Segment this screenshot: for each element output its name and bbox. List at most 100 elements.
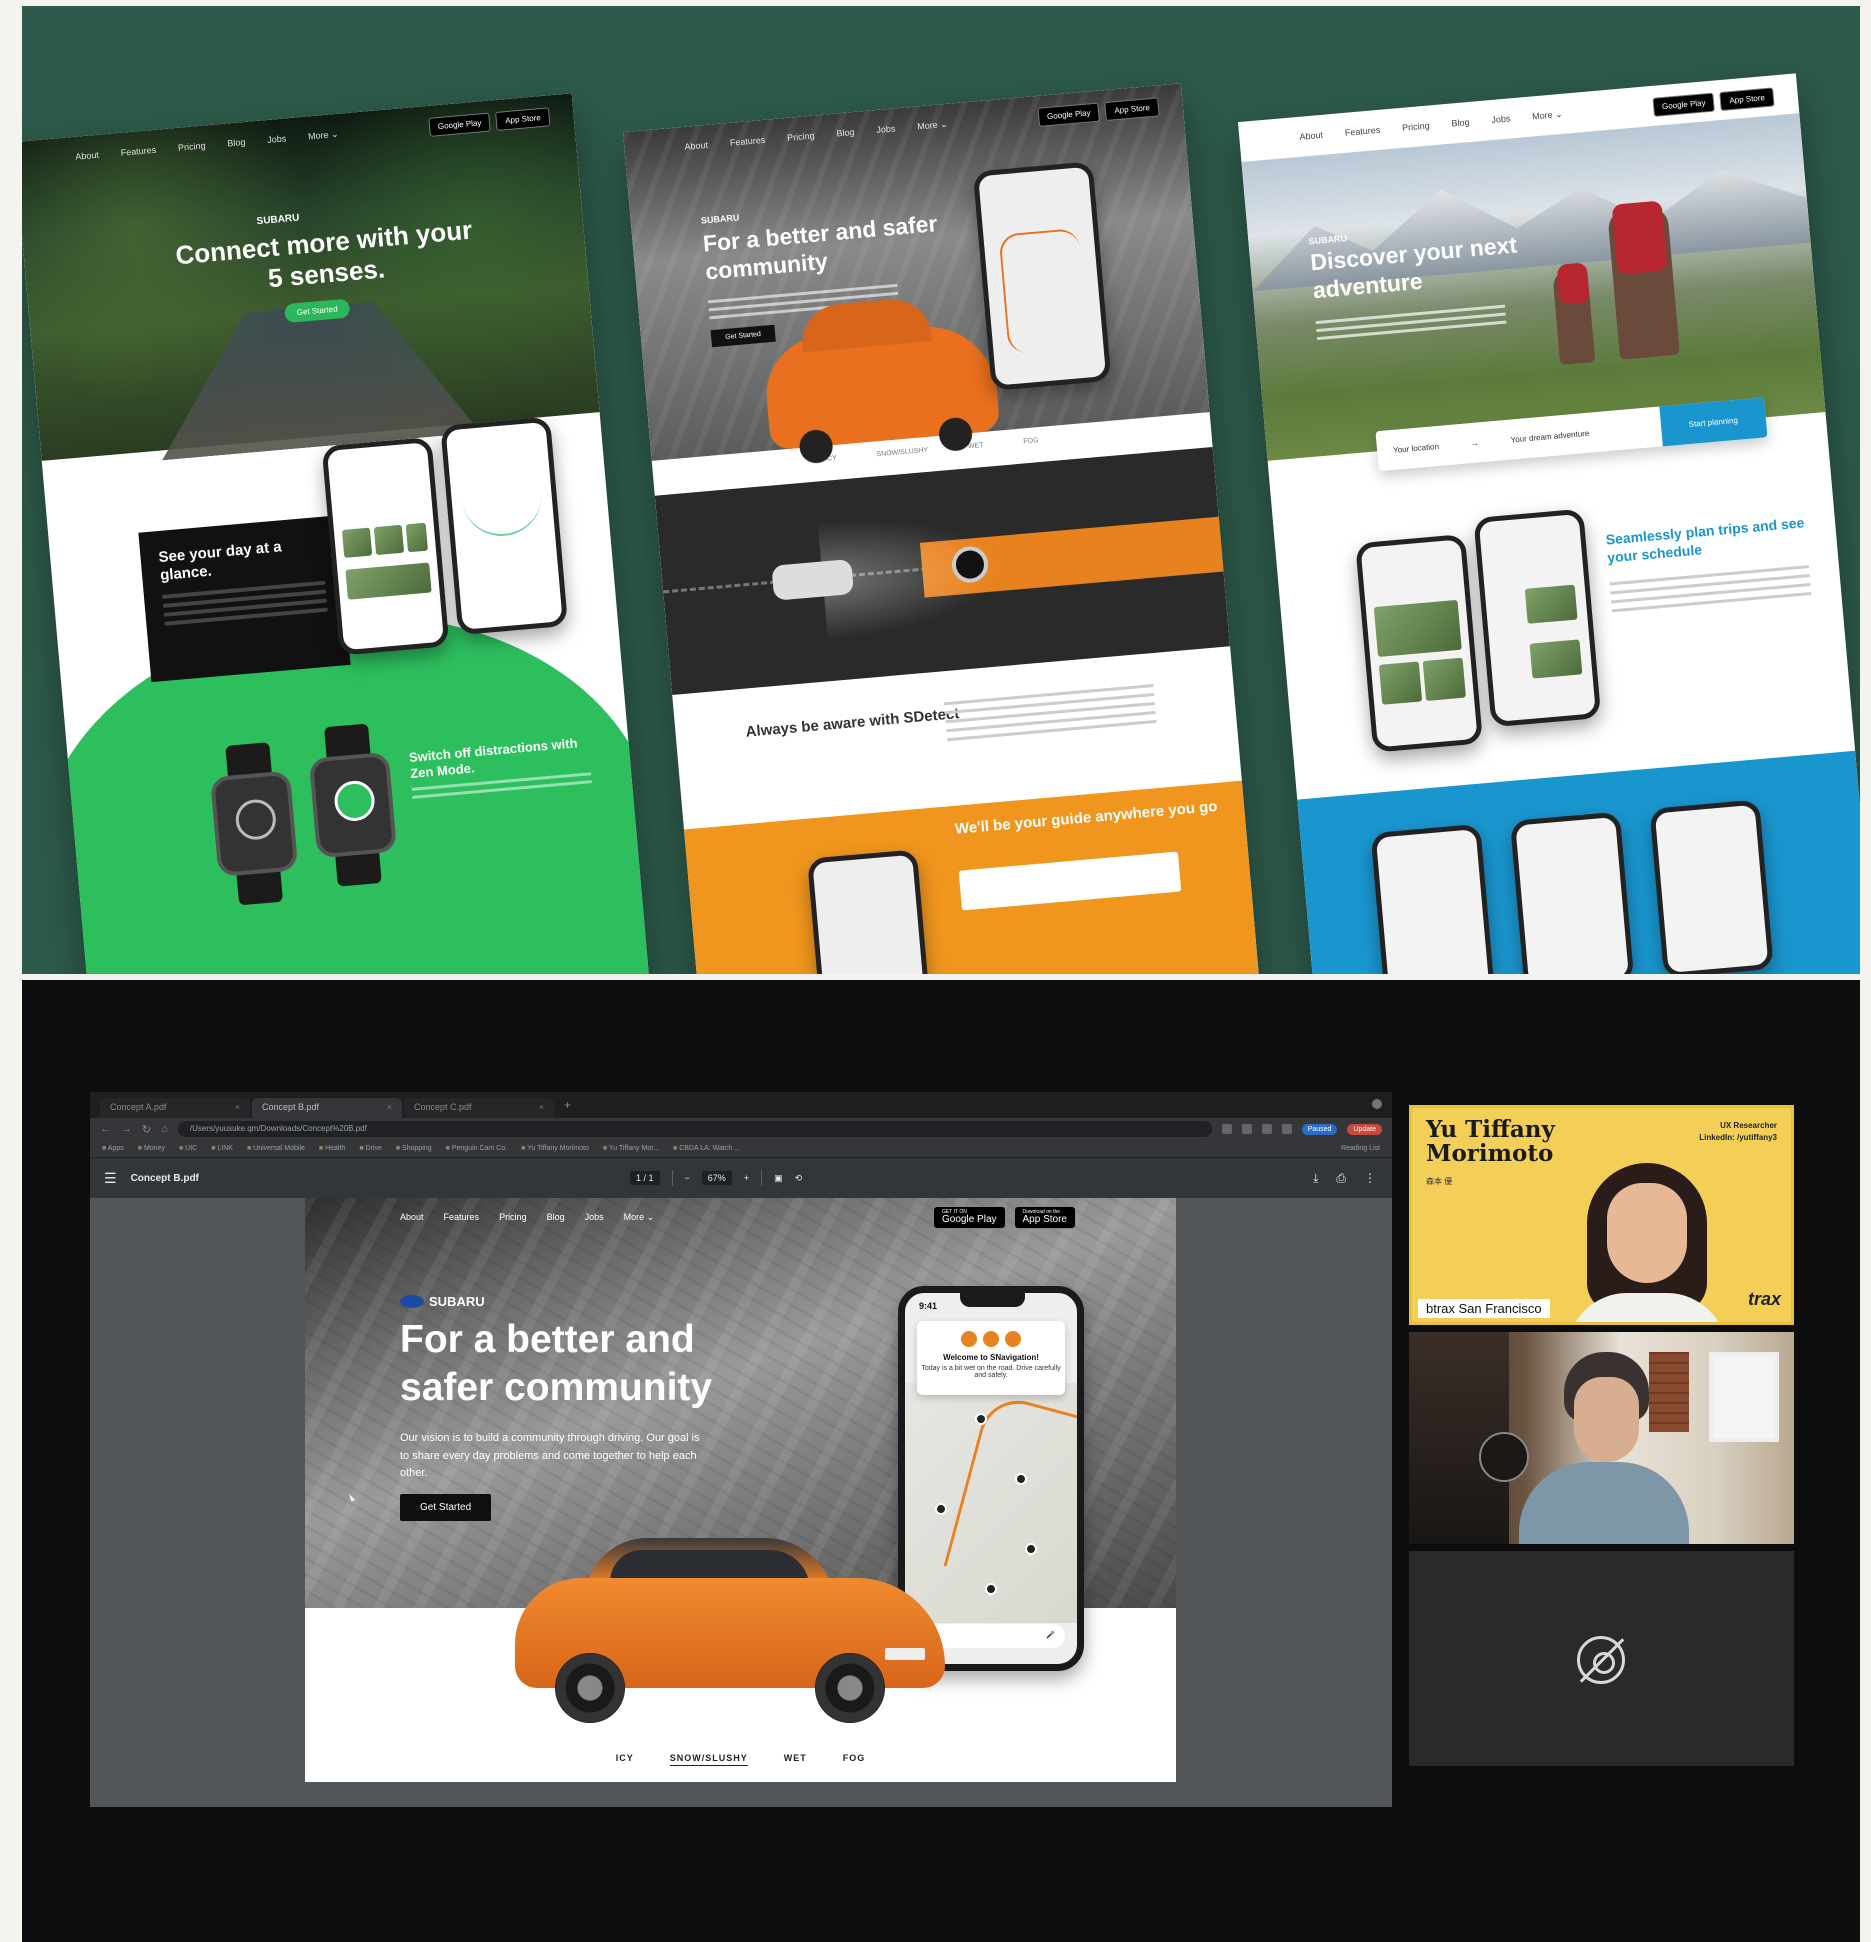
speaker-video	[1567, 1163, 1727, 1322]
phone-mockup	[1509, 811, 1635, 974]
bookmark-item[interactable]: Drive	[359, 1145, 382, 1152]
participant-tile-speaker[interactable]: Yu Tiffany Morimoto 森本 優 UX Researcher L…	[1409, 1105, 1794, 1325]
fit-page-icon[interactable]: ▣	[774, 1173, 783, 1184]
bookmark-item[interactable]: Apps	[102, 1145, 124, 1152]
phone-mockup	[1355, 533, 1484, 753]
phone-mockup	[1370, 823, 1495, 974]
rotate-icon[interactable]: ⟲	[795, 1173, 803, 1184]
profile-paused-badge[interactable]: Paused	[1301, 1123, 1338, 1135]
tab-strip: Concept A.pdf × Concept B.pdf × Concept …	[90, 1092, 1392, 1118]
nav-item: Features	[120, 144, 157, 158]
phone-mockup	[1473, 508, 1602, 728]
phone-mockup	[972, 161, 1112, 391]
bookmark-item[interactable]: Health	[319, 1145, 345, 1152]
tab-concept-a[interactable]: Concept A.pdf ×	[100, 1098, 250, 1118]
phone-mockup	[321, 436, 450, 656]
extension-icon[interactable]	[1221, 1124, 1232, 1134]
back-icon[interactable]: ←	[100, 1123, 111, 1135]
extension-icon[interactable]	[1281, 1124, 1292, 1134]
close-icon[interactable]: ×	[387, 1102, 392, 1114]
pdf-page: About Features Pricing Blog Jobs More ⌄ …	[305, 1198, 1176, 1782]
placeholder-text	[1609, 559, 1812, 618]
pdf-viewport[interactable]: About Features Pricing Blog Jobs More ⌄ …	[90, 1198, 1392, 1807]
nav-item: Blog	[836, 126, 855, 139]
zoom-field[interactable]: 67%	[701, 1171, 732, 1185]
page-nav: About Features Pricing Blog Jobs More ⌄	[400, 1212, 654, 1223]
bookmark-item[interactable]: UIC	[179, 1145, 197, 1152]
welcome-title: Welcome to SNavigation!	[943, 1353, 1039, 1362]
bookmark-item[interactable]: Penguin Cam Co.	[446, 1145, 507, 1152]
weather-tabs: ICY SNOW/SLUSHY WET FOG	[305, 1753, 1176, 1766]
more-options-icon[interactable]: ⋮	[1364, 1171, 1376, 1186]
tab-concept-c[interactable]: Concept C.pdf ×	[404, 1098, 554, 1118]
reading-list[interactable]: Reading List	[1341, 1145, 1380, 1152]
placeholder-text	[161, 580, 328, 626]
bookmark-item[interactable]: Money	[138, 1145, 165, 1152]
bookmarks-bar: Apps Money UIC LINK Universal Mobile Hea…	[90, 1140, 1392, 1158]
video-call-screen: Concept A.pdf × Concept B.pdf × Concept …	[22, 980, 1860, 1942]
weather-badge-icons	[917, 1331, 1065, 1347]
close-icon[interactable]: ×	[235, 1102, 240, 1114]
zoom-in-button[interactable]: +	[744, 1173, 749, 1183]
yin-yang-icon	[234, 797, 278, 842]
orange-subaru-car-image	[515, 1538, 945, 1723]
forward-icon[interactable]: →	[121, 1123, 132, 1135]
nav-item: Jobs	[875, 123, 896, 136]
update-button[interactable]: Update	[1347, 1123, 1382, 1135]
zoom-out-button[interactable]: −	[685, 1173, 690, 1183]
page-indicator[interactable]: 1 / 1	[630, 1171, 660, 1185]
tab-label: Concept A.pdf	[110, 1102, 167, 1112]
reload-icon[interactable]: ↻	[142, 1123, 151, 1136]
participant-name: Yu Tiffany Morimoto	[1426, 1116, 1555, 1168]
bookmark-item[interactable]: Shopping	[396, 1145, 432, 1152]
nav-item: More ⌄	[916, 118, 949, 131]
camera-off-icon	[1577, 1636, 1625, 1684]
participant-role: UX Researcher LinkedIn: /yutiffany3	[1699, 1121, 1777, 1142]
participant-tile-camera-off[interactable]	[1409, 1551, 1794, 1766]
bookmark-item[interactable]: Yu Tiffany Morimoto	[521, 1145, 589, 1152]
glance-title: See your day at a glance.	[157, 538, 283, 584]
tab-concept-b[interactable]: Concept B.pdf ×	[252, 1098, 402, 1118]
sdetect-title: Always be aware with SDetect	[745, 705, 960, 741]
extension-icon[interactable]	[1241, 1124, 1252, 1134]
window-control-icon[interactable]	[1372, 1099, 1382, 1109]
tab-wet: WET	[783, 1753, 807, 1763]
google-play-badge: GET IT ON Google Play	[933, 1206, 1006, 1229]
yin-yang-icon	[332, 779, 377, 823]
nav-item: Features	[729, 134, 766, 148]
glance-card: See your day at a glance.	[138, 515, 351, 683]
bookmark-item[interactable]: Universal Mobile	[247, 1145, 305, 1152]
nav-item: Pricing	[177, 140, 206, 153]
phone-mockup	[440, 416, 569, 636]
bookmark-item[interactable]: LINK	[211, 1145, 233, 1152]
nav-item: About	[400, 1212, 424, 1222]
new-tab-button[interactable]: +	[556, 1098, 579, 1112]
url-field[interactable]: /Users/yuusuke.qm/Downloads/Concept%20B.…	[177, 1121, 1212, 1137]
address-bar: ← → ↻ ⌂ /Users/yuusuke.qm/Downloads/Conc…	[90, 1118, 1392, 1140]
bookmark-item[interactable]: Yu Tiffany Mor...	[603, 1145, 659, 1152]
chart-line	[459, 462, 545, 540]
extension-icon[interactable]	[1261, 1124, 1272, 1134]
participant-tile-video[interactable]	[1409, 1332, 1794, 1544]
print-icon[interactable]: ⎙	[1336, 1171, 1346, 1186]
menu-icon[interactable]: ☰	[104, 1170, 117, 1187]
mockup-concept-b: About Features Pricing Blog Jobs More ⌄ …	[622, 83, 1262, 974]
get-started-button: Get Started	[400, 1494, 492, 1521]
tab-snow-slushy: SNOW/SLUSHY	[669, 1753, 748, 1766]
nav-item: More ⌄	[1531, 108, 1564, 121]
participant-name-japanese: 森本 優	[1426, 1177, 1453, 1186]
bookmark-item[interactable]: CBDA LA: Watch ...	[673, 1145, 740, 1152]
nav-item: Features	[443, 1212, 480, 1222]
download-icon[interactable]: ⤓	[1313, 1171, 1318, 1186]
route-line	[943, 1391, 1077, 1595]
home-icon[interactable]: ⌂	[161, 1123, 168, 1135]
brand-name: SUBARU	[429, 1294, 485, 1309]
page-description: Our vision is to build a community throu…	[400, 1432, 700, 1480]
arrow-right-icon: →	[1470, 437, 1480, 448]
nav-item: About	[74, 149, 100, 162]
close-icon[interactable]: ×	[539, 1102, 544, 1114]
pdf-toolbar: ☰ Concept B.pdf 1 / 1 − 67% + ▣ ⟲ ⤓ ⎙ ⋮	[90, 1158, 1392, 1198]
app-store-badge: Download on the App Store	[1013, 1206, 1076, 1229]
welcome-card: Welcome to SNavigation! Today is a bit w…	[917, 1321, 1065, 1395]
mockup-concept-a: About Features Pricing Blog Jobs More ⌄ …	[22, 93, 651, 974]
